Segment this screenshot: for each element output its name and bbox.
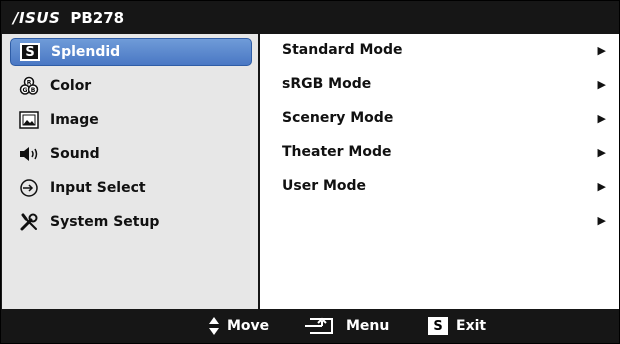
brand-logo: /ISUS [13, 8, 61, 27]
up-down-arrows-icon [209, 317, 219, 335]
exit-s-key-icon: S [428, 317, 448, 335]
title-bar: /ISUS PB278 [1, 1, 619, 34]
menu-item-system-setup[interactable]: System Setup [10, 208, 252, 236]
submenu-item-theater-mode[interactable]: Theater Mode ▶ [282, 140, 612, 164]
menu-item-label: Sound [50, 146, 100, 162]
menu-item-label: Input Select [50, 180, 146, 196]
menu-item-sound[interactable]: Sound [10, 140, 252, 168]
splendid-s-icon: S [17, 41, 43, 63]
submenu-item-user-mode[interactable]: User Mode ▶ [282, 174, 612, 198]
arrow-right-icon: ▶ [597, 111, 606, 125]
submenu-item-srgb-mode[interactable]: sRGB Mode ▶ [282, 72, 612, 96]
menu-item-color[interactable]: R G B Color [10, 72, 252, 100]
footer-bar: Move Menu S Exit [1, 309, 619, 343]
menu-item-label: Image [50, 112, 99, 128]
exit-hint: S Exit [428, 309, 486, 343]
move-hint: Move [207, 309, 269, 343]
enter-key-icon [305, 317, 333, 334]
wrench-screwdriver-icon [16, 211, 42, 233]
menu-item-label: System Setup [50, 214, 160, 230]
submenu-item-label: Standard Mode [282, 42, 403, 58]
osd-window: /ISUS PB278 S Splendid R G B Color Image… [0, 0, 620, 344]
submenu-item-label: sRGB Mode [282, 76, 372, 92]
color-rgb-icon: R G B [16, 75, 42, 97]
menu-item-splendid[interactable]: S Splendid [10, 38, 252, 66]
submenu-item-empty[interactable]: ▶ [282, 208, 612, 232]
arrow-right-icon: ▶ [597, 145, 606, 159]
menu-item-image[interactable]: Image [10, 106, 252, 134]
menu-label: Menu [346, 318, 390, 334]
model-name: PB278 [70, 8, 125, 27]
arrow-right-icon: ▶ [597, 77, 606, 91]
menu-item-label: Color [50, 78, 92, 94]
arrow-right-icon: ▶ [597, 213, 606, 227]
move-label: Move [227, 318, 270, 334]
main-menu: S Splendid R G B Color Image Sound Input… [2, 34, 258, 309]
submenu-item-scenery-mode[interactable]: Scenery Mode ▶ [282, 106, 612, 130]
submenu-item-standard-mode[interactable]: Standard Mode ▶ [282, 38, 612, 62]
svg-text:G: G [23, 87, 28, 94]
arrow-right-icon: ▶ [597, 43, 606, 57]
input-select-icon [16, 177, 42, 199]
svg-text:B: B [31, 87, 36, 94]
speaker-icon [16, 143, 42, 165]
menu-item-label: Splendid [51, 44, 121, 60]
image-icon [16, 109, 42, 131]
submenu-item-label: Theater Mode [282, 144, 392, 160]
exit-label: Exit [456, 318, 487, 334]
menu-item-input-select[interactable]: Input Select [10, 174, 252, 202]
menu-hint: Menu [304, 309, 389, 343]
submenu-panel: Standard Mode ▶ sRGB Mode ▶ Scenery Mode… [260, 34, 619, 309]
submenu-item-label: Scenery Mode [282, 110, 394, 126]
arrow-right-icon: ▶ [597, 179, 606, 193]
submenu-item-label: User Mode [282, 178, 367, 194]
svg-text:R: R [27, 80, 32, 87]
